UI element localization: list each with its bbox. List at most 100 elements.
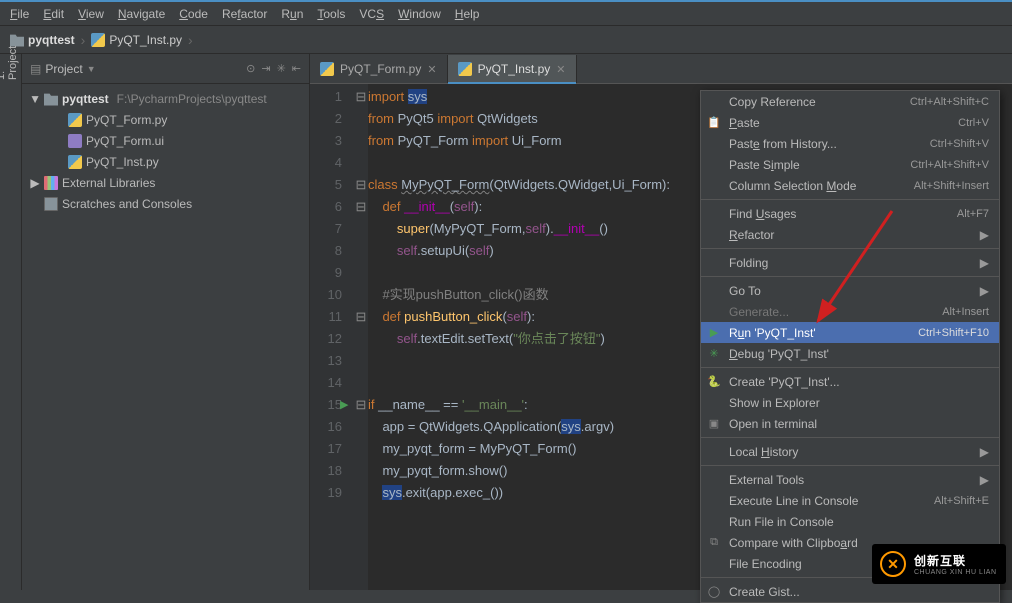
run-gutter-icon[interactable]: ▶ [340,394,348,416]
menu-separator [701,465,999,466]
menu-refactor[interactable]: Refactor [222,7,267,21]
tree-arrow-down-icon[interactable]: ▼ [30,92,40,106]
tree-external-libs[interactable]: ▶ External Libraries [22,172,309,193]
context-menu-item[interactable]: 📋PasteCtrl+V [701,112,999,133]
breadcrumb-file-label: PyQT_Inst.py [109,33,182,47]
tool-tab-project[interactable]: 1: Project [0,58,21,86]
menu-vcs[interactable]: VCS [359,7,384,21]
scratch-icon [44,197,58,211]
fold-mark[interactable] [354,372,368,394]
python-file-icon [320,62,334,76]
fold-mark[interactable]: ⊟ [354,306,368,328]
context-menu-item[interactable]: Paste from History...Ctrl+Shift+V [701,133,999,154]
menu-item-label: Refactor [729,228,980,242]
context-menu-item[interactable]: Column Selection ModeAlt+Shift+Insert [701,175,999,196]
menu-shortcut: Alt+F7 [957,208,989,220]
context-menu-item[interactable]: Copy ReferenceCtrl+Alt+Shift+C [701,91,999,112]
terminal-icon: ▣ [707,417,721,431]
context-menu-item[interactable]: ✳Debug 'PyQT_Inst' [701,343,999,364]
tree-scratches[interactable]: Scratches and Consoles [22,193,309,214]
menu-separator [701,367,999,368]
menu-file[interactable]: File [10,7,29,21]
submenu-arrow-icon: ▶ [980,284,989,298]
python-file-icon [458,62,472,76]
context-menu-item[interactable]: Show in Explorer [701,392,999,413]
context-menu-item[interactable]: Go To▶ [701,280,999,301]
menu-separator [701,199,999,200]
context-menu-item[interactable]: Folding▶ [701,252,999,273]
breadcrumb-sep-icon: › [81,32,86,48]
fold-mark[interactable] [354,108,368,130]
line-number: 10 [310,284,342,306]
tool-collapse-icon[interactable]: ⊙ [246,62,255,75]
fold-mark[interactable]: ⊟ [354,86,368,108]
menu-item-label: Copy Reference [729,95,910,109]
context-menu-item[interactable]: Local History▶ [701,441,999,462]
tree-arrow-right-icon[interactable]: ▶ [30,176,40,190]
menu-help[interactable]: Help [455,7,480,21]
close-icon[interactable]: ✕ [556,63,565,76]
tree-root[interactable]: ▼ pyqttest F:\PycharmProjects\pyqttest [22,88,309,109]
fold-mark[interactable] [354,152,368,174]
fold-mark[interactable]: ⊟ [354,196,368,218]
fold-mark[interactable] [354,240,368,262]
line-number: 17 [310,438,342,460]
tree-file[interactable]: PyQT_Form.ui [22,130,309,151]
breadcrumb-project[interactable]: pyqttest [10,33,75,47]
tool-gear-icon[interactable]: ✳ [277,62,286,75]
fold-mark[interactable] [354,328,368,350]
line-number: 11 [310,306,342,328]
tool-scroll-icon[interactable]: ⇥ [261,62,270,75]
context-menu-item[interactable]: External Tools▶ [701,469,999,490]
menu-code[interactable]: Code [179,7,208,21]
chevron-down-icon[interactable]: ▼ [87,64,96,74]
submenu-arrow-icon: ▶ [980,256,989,270]
fold-mark[interactable]: ⊟ [354,174,368,196]
fold-mark[interactable] [354,284,368,306]
context-menu-item[interactable]: ▣ Open in terminal [701,413,999,434]
menu-shortcut: Ctrl+Shift+V [930,138,989,150]
fold-mark[interactable] [354,438,368,460]
context-menu-item[interactable]: Refactor▶ [701,224,999,245]
tree-root-label: pyqttest [62,92,109,106]
menu-view[interactable]: View [78,7,104,21]
context-menu-item: Generate...Alt+Insert [701,301,999,322]
menu-shortcut: Ctrl+Alt+Shift+V [910,159,989,171]
paste-icon: 📋 [707,116,721,130]
fold-mark[interactable] [354,262,368,284]
line-gutter: 12345678910111213141516171819 [310,84,354,590]
context-menu-item[interactable]: Find UsagesAlt+F7 [701,203,999,224]
fold-mark[interactable] [354,350,368,372]
breadcrumb-file[interactable]: PyQT_Inst.py [91,33,182,47]
editor-tab[interactable]: PyQT_Form.py✕ [310,55,448,83]
context-menu-item[interactable]: 🐍Create 'PyQT_Inst'... [701,371,999,392]
close-icon[interactable]: ✕ [427,63,436,76]
tool-hide-icon[interactable]: ⇤ [292,62,301,75]
menu-tools[interactable]: Tools [317,7,345,21]
context-menu: Copy ReferenceCtrl+Alt+Shift+C📋PasteCtrl… [700,90,1000,603]
context-menu-item[interactable]: Execute Line in ConsoleAlt+Shift+E [701,490,999,511]
menu-edit[interactable]: Edit [43,7,64,21]
fold-mark[interactable] [354,130,368,152]
menu-run[interactable]: Run [281,7,303,21]
menu-shortcut: Alt+Insert [942,306,989,318]
fold-mark[interactable] [354,460,368,482]
fold-mark[interactable] [354,416,368,438]
context-menu-item[interactable]: Paste SimpleCtrl+Alt+Shift+V [701,154,999,175]
menu-item-label: Open in terminal [729,417,989,431]
tree-file[interactable]: PyQT_Form.py [22,109,309,130]
sidebar-title[interactable]: Project [45,62,82,76]
line-number: 9 [310,262,342,284]
menu-navigate[interactable]: Navigate [118,7,165,21]
menu-window[interactable]: Window [398,7,441,21]
fold-mark[interactable] [354,218,368,240]
context-menu-item[interactable]: ▶Run 'PyQT_Inst'Ctrl+Shift+F10 [701,322,999,343]
project-tree: ▼ pyqttest F:\PycharmProjects\pyqttest P… [22,84,309,218]
fold-mark[interactable] [354,482,368,504]
tree-file[interactable]: PyQT_Inst.py [22,151,309,172]
context-menu-item[interactable]: ◯Create Gist... [701,581,999,602]
editor-tab[interactable]: PyQT_Inst.py✕ [448,55,577,83]
menu-item-label: Paste from History... [729,137,930,151]
context-menu-item[interactable]: Run File in Console [701,511,999,532]
fold-mark[interactable]: ⊟ [354,394,368,416]
